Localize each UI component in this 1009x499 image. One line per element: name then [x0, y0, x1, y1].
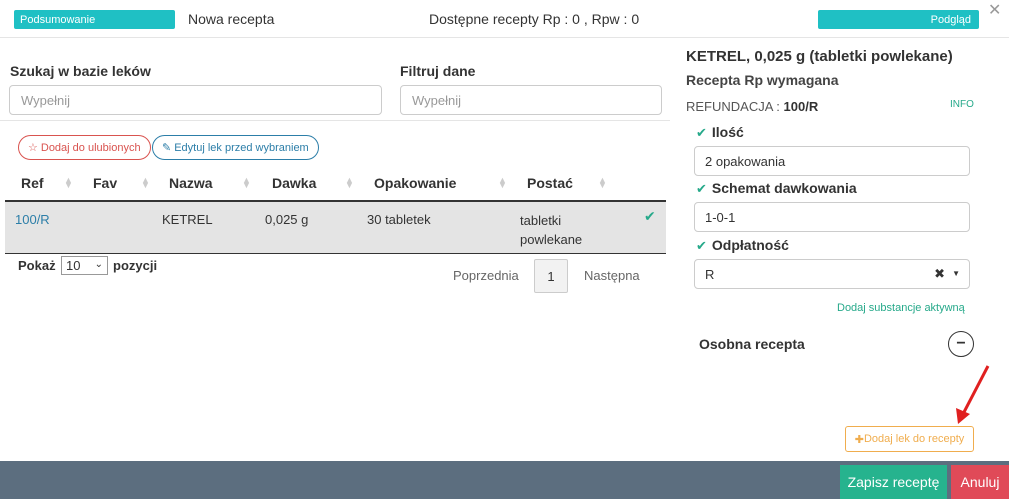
edit-drug-button[interactable]: ✎ Edytuj lek przed wybraniem: [152, 135, 319, 160]
plus-icon: ✚: [854, 433, 864, 446]
cancel-button[interactable]: Anuluj: [951, 465, 1009, 499]
filter-label: Filtruj dane: [400, 63, 476, 79]
refund-value: 100/R: [783, 99, 819, 114]
cell-form: tabletki powlekane: [520, 213, 583, 247]
check-icon: ✔: [696, 181, 707, 196]
page-title: Nowa recepta: [188, 11, 275, 27]
dosage-label: ✔ Schemat dawkowania: [696, 180, 857, 197]
payment-label-text: Odpłatność: [711, 237, 789, 253]
search-divider: [0, 120, 670, 121]
caret-down-icon[interactable]: ▼: [952, 269, 960, 278]
page-size-value: 10: [66, 258, 81, 273]
payment-label: ✔ Odpłatność: [696, 237, 789, 254]
sort-icon[interactable]: ▲ ▼: [498, 176, 507, 190]
edit-drug-label: Edytuj lek przed wybraniem: [174, 141, 309, 154]
add-drug-button[interactable]: ✚ Dodaj lek do recepty: [845, 426, 974, 452]
dosage-label-text: Schemat dawkowania: [711, 180, 857, 196]
cell-pack: 30 tabletek: [367, 212, 431, 227]
refund-label: REFUNDACJA :: [686, 99, 784, 114]
add-favorite-label: Dodaj do ulubionych: [40, 141, 141, 154]
quantity-input[interactable]: 2 opakowania: [694, 146, 970, 176]
column-header-name[interactable]: Nazwa: [169, 175, 213, 191]
chevron-down-icon: ⌄: [94, 259, 103, 270]
quantity-label: ✔ Ilość: [696, 124, 744, 141]
payment-select[interactable]: R ✖ ▼: [694, 259, 970, 289]
check-icon: ✔: [696, 238, 707, 253]
add-active-substance-link[interactable]: Dodaj substancje aktywną: [837, 302, 965, 314]
page-1-button[interactable]: 1: [534, 259, 568, 293]
search-label: Szukaj w bazie leków: [10, 63, 151, 79]
sort-icon[interactable]: ▲ ▼: [345, 176, 354, 190]
positions-label: pozycji: [113, 258, 158, 273]
save-prescription-button[interactable]: Zapisz receptę: [840, 465, 947, 499]
next-page-button[interactable]: Następna: [584, 268, 640, 283]
sort-icon[interactable]: ▲ ▼: [598, 176, 607, 190]
prev-page-button[interactable]: Poprzednia: [453, 268, 519, 283]
star-icon: ☆: [28, 142, 38, 154]
page-size-select[interactable]: 10 ⌄: [61, 256, 108, 275]
available-prescriptions: Dostępne recepty Rp : 0 , Rpw : 0: [429, 11, 640, 27]
column-header-ref[interactable]: Ref: [21, 175, 44, 191]
clear-icon[interactable]: ✖: [934, 266, 945, 282]
sort-icon[interactable]: ▲ ▼: [64, 176, 73, 190]
rx-required-label: Recepta Rp wymagana: [686, 72, 839, 88]
payment-value: R: [705, 266, 715, 282]
quantity-label-text: Ilość: [711, 124, 744, 140]
search-input[interactable]: [9, 85, 382, 115]
minus-circle-icon[interactable]: −: [948, 331, 974, 357]
sort-icon[interactable]: ▲ ▼: [141, 176, 150, 190]
cell-ref[interactable]: 100/R: [15, 212, 50, 227]
check-icon: ✔: [696, 125, 707, 140]
header-divider: [0, 37, 1009, 38]
arrow-annotation-icon: [956, 365, 990, 424]
column-header-form[interactable]: Postać: [527, 175, 573, 191]
column-header-dose[interactable]: Dawka: [272, 175, 316, 191]
preview-button[interactable]: Podgląd: [818, 10, 979, 29]
add-favorite-button[interactable]: ☆ Dodaj do ulubionych: [18, 135, 151, 160]
separate-prescription-label: Osobna recepta: [699, 336, 805, 352]
cell-dose: 0,025 g: [265, 212, 309, 227]
add-drug-label: Dodaj lek do recepty: [863, 433, 965, 445]
column-header-pack[interactable]: Opakowanie: [374, 175, 456, 191]
table-row-divider: [5, 253, 666, 254]
info-link[interactable]: INFO: [950, 99, 974, 110]
summary-button[interactable]: Podsumowanie: [14, 10, 175, 29]
close-icon[interactable]: ✕: [988, 0, 1001, 20]
column-header-fav[interactable]: Fav: [93, 175, 117, 191]
dosage-input[interactable]: 1-0-1: [694, 202, 970, 232]
sort-icon[interactable]: ▲ ▼: [242, 176, 251, 190]
filter-input[interactable]: [400, 85, 662, 115]
show-label: Pokaż: [18, 258, 56, 273]
refund-text: REFUNDACJA : 100/R: [686, 99, 818, 114]
drug-title: KETREL, 0,025 g (tabletki powlekane): [686, 48, 953, 65]
cell-name: KETREL: [162, 212, 213, 227]
check-icon: ✔: [644, 208, 656, 224]
pencil-icon: ✎: [162, 142, 172, 154]
